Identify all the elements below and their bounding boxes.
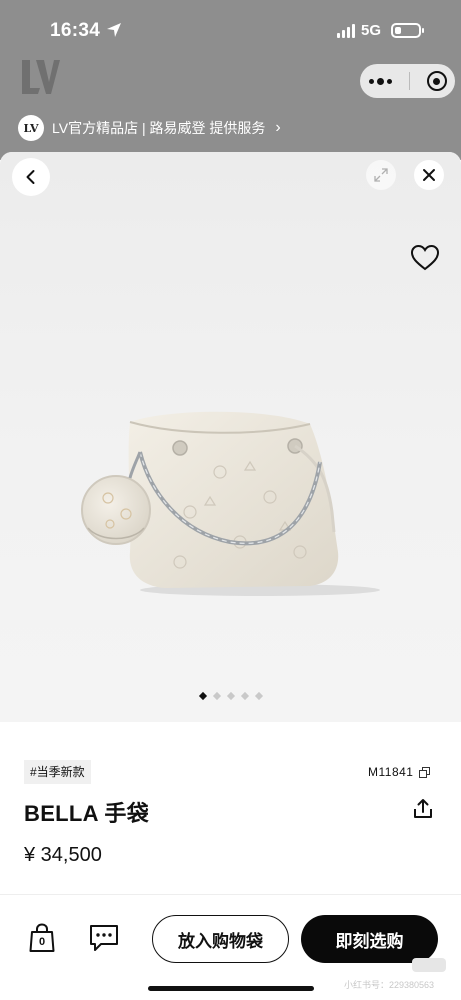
target-ring-icon[interactable] — [426, 71, 447, 91]
watermark-logo — [412, 958, 446, 972]
chevron-right-icon: › — [275, 119, 281, 136]
close-button[interactable] — [414, 160, 444, 190]
service-text: LV官方精品店 | 路易威登 提供服务 — [52, 120, 266, 136]
location-arrow-icon — [107, 23, 121, 37]
pagination-dot[interactable] — [212, 691, 221, 701]
add-to-cart-button[interactable]: 放入购物袋 — [152, 915, 289, 963]
heart-icon[interactable] — [410, 244, 440, 272]
expand-button[interactable] — [366, 160, 396, 190]
copy-icon[interactable] — [419, 766, 431, 778]
chevron-left-icon — [26, 170, 35, 184]
expand-icon — [374, 168, 388, 182]
cart-count: 0 — [38, 936, 46, 948]
back-button[interactable] — [12, 158, 50, 196]
service-provider-row[interactable]: LV LV官方精品店 | 路易威登 提供服务 › — [18, 115, 281, 141]
status-bar: 16:34 5G — [0, 0, 461, 62]
product-price: ¥ 34,500 — [24, 844, 102, 866]
share-icon[interactable] — [412, 798, 434, 820]
more-dots-icon[interactable] — [368, 77, 392, 85]
pagination-dot[interactable] — [198, 691, 207, 701]
watermark-text: 小红书号：229380563 — [344, 980, 435, 990]
signal-icon — [336, 23, 355, 38]
status-time: 16:34 — [50, 20, 101, 41]
capsule-divider — [408, 72, 410, 90]
status-right: 5G — [336, 22, 424, 39]
battery-icon — [391, 23, 424, 38]
lv-badge-icon: LV — [18, 115, 44, 141]
product-sheet: #当季新款 M11841 BELLA 手袋 ¥ 34,500 0 放入购物袋 即… — [0, 152, 461, 1000]
close-icon — [423, 169, 435, 181]
product-title: BELLA 手袋 — [24, 801, 150, 826]
sku-text: M11841 — [368, 765, 414, 779]
gallery-pagination — [0, 691, 461, 701]
pagination-dot[interactable] — [254, 691, 263, 701]
new-season-tag: #当季新款 — [24, 760, 91, 784]
mini-program-capsule — [360, 64, 455, 98]
pagination-dot[interactable] — [240, 691, 249, 701]
product-gallery[interactable] — [0, 152, 461, 722]
buy-now-button[interactable]: 即刻选购 — [301, 915, 438, 963]
chat-icon[interactable] — [88, 923, 120, 953]
lv-logo-ghost-icon — [22, 60, 60, 94]
product-image — [81, 411, 380, 596]
home-indicator[interactable] — [148, 986, 314, 991]
pagination-dot[interactable] — [226, 691, 235, 701]
network-label: 5G — [360, 22, 381, 39]
product-sku[interactable]: M11841 — [368, 765, 431, 779]
